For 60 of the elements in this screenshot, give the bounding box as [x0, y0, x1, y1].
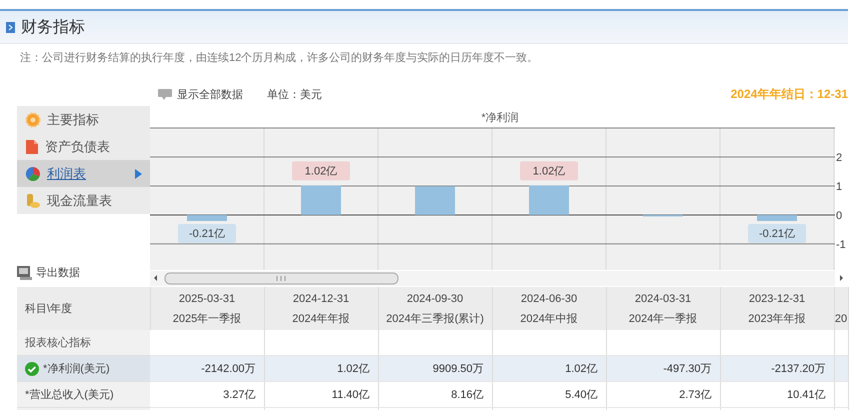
export-data-link[interactable]: 导出数据	[36, 265, 80, 280]
table-header-cell: 2025-03-31 2025年一季报	[150, 287, 264, 330]
table-cell: -2142.00万	[150, 356, 264, 382]
table-cell: 5.40亿	[492, 382, 606, 408]
axis-tick-label: 1	[836, 180, 842, 193]
comment-icon[interactable]	[158, 88, 172, 100]
show-all-data-link[interactable]: 显示全部数据	[177, 86, 243, 102]
table-header-cell: 20	[834, 287, 848, 330]
sidebar-item[interactable]: 资产负债表	[17, 133, 150, 160]
data-label: 1.02亿	[520, 161, 578, 180]
data-label: -0.21亿	[188, 228, 226, 240]
row-label-cell: *营业总收入(美元)	[17, 382, 150, 408]
data-label: -0.21亿	[748, 224, 806, 244]
table-cell: 11.40亿	[264, 382, 378, 408]
unit-label: 单位：美元	[267, 88, 322, 102]
section-title: 财务指标	[21, 18, 85, 38]
pointer-arrow-icon	[135, 168, 142, 178]
pie-chart-icon	[25, 166, 41, 182]
bar	[301, 185, 341, 215]
table-cell: 10.41亿	[720, 382, 834, 408]
table-cell	[834, 330, 848, 356]
document-icon	[25, 138, 39, 154]
table-header-cell: 科目\年度	[17, 287, 150, 330]
note-text: 注：公司进行财务结算的执行年度，由连续12个历月构成，许多公司的财务年度与实际的日历年度不一致。	[20, 50, 540, 66]
sidebar-item[interactable]: 利润表	[17, 160, 150, 187]
table-header-cell: 2023-12-31 2023年年报	[720, 287, 834, 330]
table-cell: -497.30万	[606, 356, 720, 382]
coins-icon	[25, 192, 41, 208]
horizontal-scrollbar[interactable]	[150, 271, 843, 286]
bar	[529, 185, 569, 215]
table-cell: 8.16亿	[378, 382, 492, 408]
table-cell: 3.27亿	[150, 382, 264, 408]
sidebar-item[interactable]: 现金流量表	[17, 187, 150, 214]
row-label-cell: *净利润(美元)	[17, 356, 150, 382]
axis-tick-label: -1	[836, 238, 846, 251]
row-label-cell: 报表核心指标	[17, 330, 150, 356]
bar	[415, 186, 455, 215]
data-label: 1.02亿	[292, 161, 350, 180]
gear-icon	[25, 112, 41, 128]
data-label: -0.21亿	[178, 224, 236, 244]
table-cell: 1.02亿	[492, 356, 606, 382]
data-label: -0.21亿	[758, 228, 796, 240]
table-header-cell: 2024-03-31 2024年一季报	[606, 287, 720, 330]
axis-tick-label: 2	[836, 152, 842, 164]
section-marker-icon	[6, 22, 15, 32]
check-icon	[25, 362, 39, 376]
chart-title: *净利润	[481, 112, 519, 124]
data-label: 1.02亿	[304, 165, 338, 178]
table-cell: -2137.20万	[720, 356, 834, 382]
fiscal-year-end-label: 2024年年结日：12-31	[730, 86, 848, 102]
export-icon[interactable]	[17, 266, 32, 280]
table-cell: 1.02亿	[264, 356, 378, 382]
sidebar-item[interactable]: 主要指标	[17, 106, 150, 133]
table-cell: 9909.50万	[378, 356, 492, 382]
table-header-cell: 2024-09-30 2024年三季报(累计)	[378, 287, 492, 330]
table-cell: 2.73亿	[606, 382, 720, 408]
table-header-cell: 2024-12-31 2024年年报	[264, 287, 378, 330]
axis-tick-label: 0	[836, 210, 842, 222]
data-label: 1.02亿	[532, 165, 566, 178]
table-header-cell: 2024-06-30 2024年中报	[492, 287, 606, 330]
